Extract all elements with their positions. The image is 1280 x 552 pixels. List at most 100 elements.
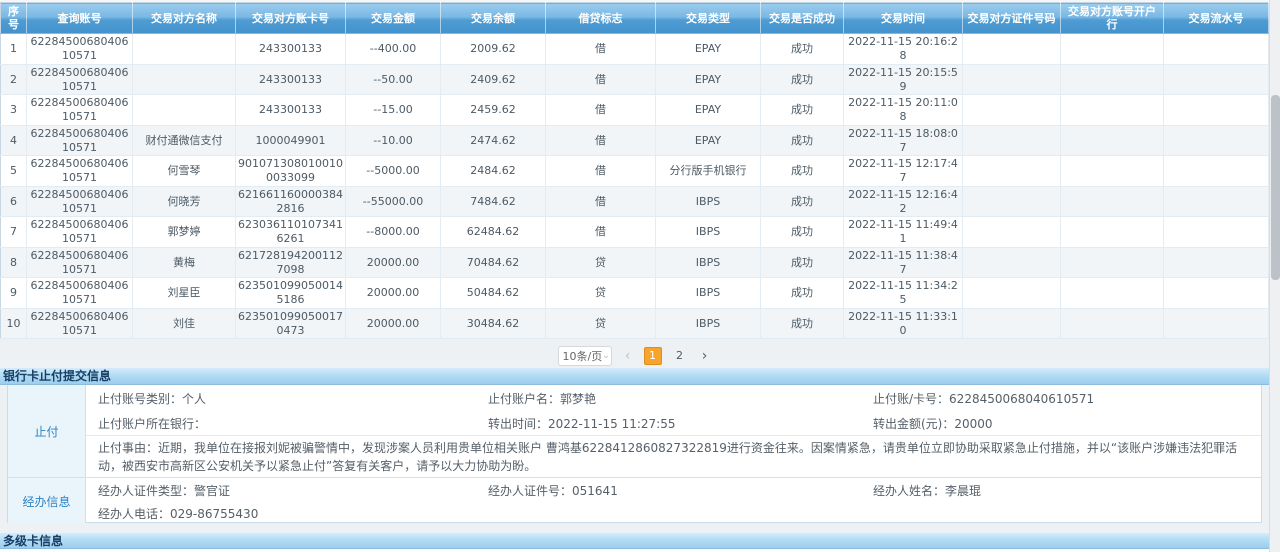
cell-debit-credit-flag: 借 [546, 95, 656, 126]
cell-amount: --55000.00 [346, 186, 441, 217]
cell-counterparty-name: 何雪琴 [133, 156, 236, 187]
stop-payment-reason-text: 止付事由：近期，我单位在接报刘妮被骗警情中，发现涉案人员利用贵单位相关账户 曹鸿… [86, 435, 1261, 477]
cell-transaction-type: IBPS [656, 217, 761, 248]
cell-debit-credit-flag: 借 [546, 186, 656, 217]
cell-debit-credit-flag: 借 [546, 156, 656, 187]
bank-stop-payment-page: 序号查询账号交易对方名称交易对方账卡号交易金额交易余额借贷标志交易类型交易是否成… [0, 0, 1280, 552]
column-header-label: 交易金额 [371, 12, 415, 25]
cell-balance: 62484.62 [441, 217, 546, 248]
cell-transaction-type: IBPS [656, 308, 761, 339]
column-header-label: 交易对方证件号码 [968, 12, 1056, 25]
cell-counterparty-bank [1061, 95, 1164, 126]
field-label: 经办人证件类型： [98, 484, 194, 498]
cell-counterparty-cert [963, 247, 1061, 278]
cell-serial [1164, 186, 1269, 217]
cell-transaction-type: EPAY [656, 64, 761, 95]
cell-success: 成功 [761, 95, 844, 126]
column-header: 交易是否成功 [761, 3, 844, 34]
cell-counterparty-card: 6230361101073416261 [236, 217, 346, 248]
vertical-scrollbar[interactable] [1269, 0, 1280, 552]
cell-success: 成功 [761, 186, 844, 217]
multi-card-section-title: 多级卡信息 [0, 532, 1269, 549]
cell-counterparty-bank [1061, 278, 1164, 309]
cell-counterparty-name [133, 95, 236, 126]
cell-counterparty-name: 黄梅 [133, 247, 236, 278]
page-size-select[interactable]: 10条/页 ⌄ [558, 346, 612, 366]
section-gap [0, 523, 1269, 532]
cell-amount: --5000.00 [346, 156, 441, 187]
cell-time: 2022-11-15 18:08:07 [844, 125, 963, 156]
transaction-row: 7 6228450068040610571 郭梦婷 62303611010734… [1, 217, 1269, 248]
prev-page-button[interactable]: ‹ [621, 347, 635, 365]
cell-serial [1164, 125, 1269, 156]
next-page-button[interactable]: › [698, 347, 712, 365]
cell-serial [1164, 34, 1269, 65]
cell-query-account: 6228450068040610571 [27, 95, 133, 126]
cell-transaction-type: EPAY [656, 34, 761, 65]
field-row: 止付账户所在银行：转出时间：2022-11-15 11:27:55转出金额(元)… [86, 411, 1261, 435]
cell-serial [1164, 64, 1269, 95]
column-header-label: 序号 [8, 5, 19, 31]
cell-debit-credit-flag: 贷 [546, 308, 656, 339]
cell-seq: 6 [1, 186, 27, 217]
cell-time: 2022-11-15 20:15:59 [844, 64, 963, 95]
transaction-row: 1 6228450068040610571 243300133 --400.00… [1, 34, 1269, 65]
cell-time: 2022-11-15 20:16:28 [844, 34, 963, 65]
column-header-label: 交易对方账号开户行 [1068, 5, 1156, 31]
column-header-label: 交易类型 [686, 12, 730, 25]
cell-counterparty-card: 1000049901 [236, 125, 346, 156]
field: 经办人电话：029-86755430 [98, 505, 488, 522]
scrollbar-thumb[interactable] [1271, 95, 1280, 280]
cell-amount: 20000.00 [346, 247, 441, 278]
field-row: 经办人电话：029-86755430 [86, 503, 1261, 524]
cell-counterparty-cert [963, 186, 1061, 217]
transaction-row: 8 6228450068040610571 黄梅 621728194200112… [1, 247, 1269, 278]
cell-transaction-type: EPAY [656, 125, 761, 156]
cell-query-account: 6228450068040610571 [27, 125, 133, 156]
cell-counterparty-cert [963, 64, 1061, 95]
field-value: 李晨琨 [945, 484, 981, 498]
column-header-label: 交易余额 [471, 12, 515, 25]
column-header: 交易对方证件号码 [963, 3, 1061, 34]
cell-seq: 8 [1, 247, 27, 278]
field-label: 经办人姓名： [873, 484, 945, 498]
cell-counterparty-cert [963, 278, 1061, 309]
cell-seq: 10 [1, 308, 27, 339]
cell-balance: 2459.62 [441, 95, 546, 126]
column-header: 交易对方账号开户行 [1061, 3, 1164, 34]
field-value: 6228450068040610571 [949, 392, 1094, 406]
cell-seq: 1 [1, 34, 27, 65]
page-number[interactable]: 2 [671, 347, 689, 365]
cell-counterparty-bank [1061, 125, 1164, 156]
cell-seq: 3 [1, 95, 27, 126]
page-number[interactable]: 1 [644, 347, 662, 365]
cell-counterparty-name: 财付通微信支付 [133, 125, 236, 156]
cell-counterparty-bank [1061, 217, 1164, 248]
cell-counterparty-name: 刘佳 [133, 308, 236, 339]
cell-counterparty-name: 何晓芳 [133, 186, 236, 217]
cell-balance: 30484.62 [441, 308, 546, 339]
cell-time: 2022-11-15 11:33:10 [844, 308, 963, 339]
column-header: 借贷标志 [546, 3, 656, 34]
column-header: 交易时间 [844, 3, 963, 34]
pagination: 10条/页 ⌄ ‹ 12 › [558, 346, 712, 366]
cell-debit-credit-flag: 贷 [546, 278, 656, 309]
cell-balance: 70484.62 [441, 247, 546, 278]
cell-counterparty-card: 243300133 [236, 34, 346, 65]
cell-time: 2022-11-15 11:34:25 [844, 278, 963, 309]
group-label-stop-payment: 止付 [8, 385, 86, 477]
cell-counterparty-card: 6217281942001127098 [236, 247, 346, 278]
cell-serial [1164, 95, 1269, 126]
cell-amount: --400.00 [346, 34, 441, 65]
cell-query-account: 6228450068040610571 [27, 247, 133, 278]
transaction-row: 2 6228450068040610571 243300133 --50.00 … [1, 64, 1269, 95]
field-label: 止付账户所在银行： [98, 417, 206, 431]
transaction-row: 9 6228450068040610571 刘星臣 62350109905001… [1, 278, 1269, 309]
cell-query-account: 6228450068040610571 [27, 34, 133, 65]
cell-success: 成功 [761, 64, 844, 95]
cell-query-account: 6228450068040610571 [27, 64, 133, 95]
cell-counterparty-name: 郭梦婷 [133, 217, 236, 248]
cell-transaction-type: EPAY [656, 95, 761, 126]
pagination-zone: 10条/页 ⌄ ‹ 12 › [0, 339, 1269, 367]
cell-counterparty-bank [1061, 34, 1164, 65]
